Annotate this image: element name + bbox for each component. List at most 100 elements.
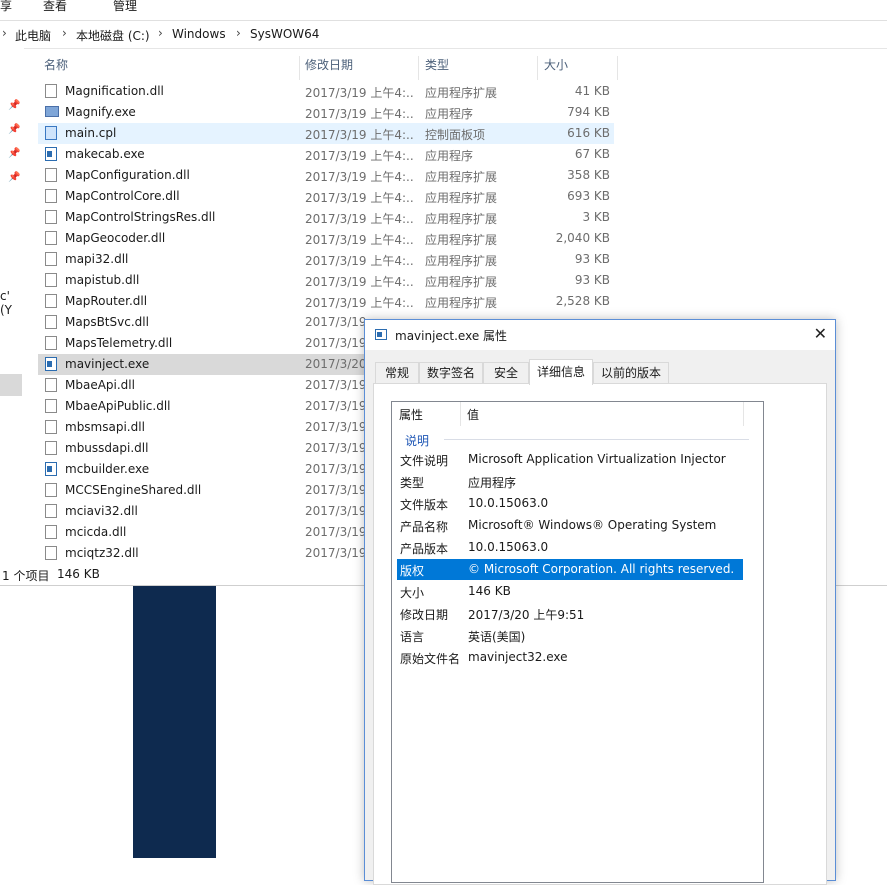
breadcrumb-windows[interactable]: Windows <box>172 27 226 41</box>
table-row[interactable]: MapControlCore.dll 2017/3/19 上午4:... 应用程序扩… <box>38 186 614 207</box>
property-value: Microsoft® Windows® Operating System <box>468 518 717 532</box>
table-row[interactable]: makecab.exe 2017/3/19 上午4:... 应用程序 67 KB <box>38 144 614 165</box>
property-row[interactable]: 语言 英语(美国) <box>397 625 743 646</box>
breadcrumb-syswow64[interactable]: SysWOW64 <box>250 27 319 41</box>
column-divider[interactable] <box>743 402 744 426</box>
column-header-value[interactable]: 值 <box>467 406 479 423</box>
chevron-right-icon: › <box>2 26 7 40</box>
property-name: 产品名称 <box>400 520 449 534</box>
table-row[interactable]: MapControlStringsRes.dll 2017/3/19 上午4:..… <box>38 207 614 228</box>
ribbon-tab-manage[interactable]: 管理 <box>113 0 137 14</box>
property-name: 版权 <box>400 564 425 578</box>
details-list[interactable]: 属性 值 说明 文件说明 Microsoft Application Virtua… <box>391 401 764 883</box>
file-size: 93 KB <box>574 273 610 287</box>
file-size: 616 KB <box>567 126 610 140</box>
dialog-titlebar[interactable]: mavinject.exe 属性 ✕ <box>365 320 835 350</box>
chevron-right-icon: › <box>62 26 67 40</box>
column-divider[interactable] <box>617 56 618 80</box>
table-row[interactable]: Magnify.exe 2017/3/19 上午4:... 应用程序 794 KB <box>38 102 614 123</box>
pin-icon[interactable]: 📌 <box>8 124 20 135</box>
property-value: © Microsoft Corporation. All rights rese… <box>468 562 735 576</box>
property-row[interactable]: 原始文件名 mavinject32.exe <box>397 647 743 668</box>
file-type: 应用程序扩展 <box>425 212 498 226</box>
table-row[interactable]: MapGeocoder.dll 2017/3/19 上午4:... 应用程序扩展 2,… <box>38 228 614 249</box>
file-size: 2,040 KB <box>555 231 610 245</box>
table-row[interactable]: Magnification.dll 2017/3/19 上午4:... 应用程序扩展… <box>38 81 614 102</box>
file-type: 应用程序扩展 <box>425 254 498 268</box>
desktop-background <box>133 586 216 858</box>
property-row[interactable]: 文件版本 10.0.15063.0 <box>397 493 743 514</box>
file-size: 67 KB <box>574 147 610 161</box>
table-row[interactable]: MapRouter.dll 2017/3/19 上午4:... 应用程序扩展 2,52… <box>38 291 614 312</box>
pin-icon[interactable]: 📌 <box>8 172 20 183</box>
dll-icon <box>45 483 57 497</box>
column-header-name[interactable]: 名称 <box>44 56 68 80</box>
property-row[interactable]: 修改日期 2017/3/20 上午9:51 <box>397 603 743 624</box>
address-bar[interactable]: › 此电脑 › 本地磁盘 (C:) › Windows › SysWOW64 <box>0 20 887 49</box>
property-value: 10.0.15063.0 <box>468 496 549 510</box>
dll-icon <box>45 252 57 266</box>
file-name: Magnify.exe <box>65 105 136 119</box>
nav-item-drive[interactable]: c' (Y <box>0 289 24 317</box>
file-name: makecab.exe <box>65 147 145 161</box>
file-date: 2017/3/19 上午4:... <box>305 128 413 142</box>
exe-icon <box>45 147 57 161</box>
dll-icon <box>45 546 57 560</box>
column-divider[interactable] <box>299 56 300 80</box>
file-type: 应用程序扩展 <box>425 170 498 184</box>
pin-icon[interactable]: 📌 <box>8 100 20 111</box>
ribbon-tabs: 享 查看 管理 <box>0 0 887 16</box>
property-row[interactable]: 版权 © Microsoft Corporation. All rights re… <box>397 559 743 580</box>
table-row[interactable]: MapConfiguration.dll 2017/3/19 上午4:... 应用程… <box>38 165 614 186</box>
column-divider[interactable] <box>418 56 419 80</box>
breadcrumb-this-pc[interactable]: 此电脑 <box>15 27 51 44</box>
property-row[interactable]: 产品版本 10.0.15063.0 <box>397 537 743 558</box>
ribbon-tab-share[interactable]: 享 <box>0 0 12 14</box>
column-divider[interactable] <box>537 56 538 80</box>
file-name: MbaeApi.dll <box>65 378 135 392</box>
column-header-property[interactable]: 属性 <box>399 406 423 423</box>
tab-security[interactable]: 安全 <box>483 362 529 384</box>
column-header-size[interactable]: 大小 <box>544 56 568 80</box>
file-name: MapRouter.dll <box>65 294 148 308</box>
table-row[interactable]: main.cpl 2017/3/19 上午4:... 控制面板项 616 KB <box>38 123 614 144</box>
dll-icon <box>45 168 57 182</box>
dll-icon <box>45 210 57 224</box>
table-row[interactable]: mapistub.dll 2017/3/19 上午4:... 应用程序扩展 93 KB <box>38 270 614 291</box>
column-header-date[interactable]: 修改日期 <box>305 56 353 80</box>
property-row[interactable]: 类型 应用程序 <box>397 471 743 492</box>
tab-details[interactable]: 详细信息 <box>529 359 593 385</box>
column-header-type[interactable]: 类型 <box>425 56 449 80</box>
file-date: 2017/3/19 上午4:... <box>305 254 413 268</box>
file-name: mavinject.exe <box>65 357 150 371</box>
close-icon[interactable]: ✕ <box>814 324 827 343</box>
dll-icon <box>45 273 57 287</box>
property-row[interactable]: 文件说明 Microsoft Application Virtualization… <box>397 449 743 470</box>
property-name: 类型 <box>400 476 425 490</box>
property-name: 原始文件名 <box>400 652 461 666</box>
file-name: MapsTelemetry.dll <box>65 336 173 350</box>
property-row[interactable]: 大小 146 KB <box>397 581 743 602</box>
file-size: 358 KB <box>567 168 610 182</box>
ribbon-tab-view[interactable]: 查看 <box>43 0 67 14</box>
property-row[interactable]: 产品名称 Microsoft® Windows® Operating System <box>397 515 743 536</box>
dll-icon <box>45 315 57 329</box>
file-name: MapGeocoder.dll <box>65 231 166 245</box>
file-name: mciavi32.dll <box>65 504 138 518</box>
pin-icon[interactable]: 📌 <box>8 148 20 159</box>
file-type: 控制面板项 <box>425 128 486 142</box>
file-type: 应用程序扩展 <box>425 86 498 100</box>
file-date: 2017/3/19 上午4:... <box>305 191 413 205</box>
table-row[interactable]: mapi32.dll 2017/3/19 上午4:... 应用程序扩展 93 KB <box>38 249 614 270</box>
nav-item-selected[interactable] <box>0 374 22 396</box>
breadcrumb-local-disk[interactable]: 本地磁盘 (C:) <box>76 27 150 44</box>
group-divider <box>444 439 749 440</box>
file-type: 应用程序扩展 <box>425 191 498 205</box>
tab-previous-versions[interactable]: 以前的版本 <box>593 362 669 384</box>
dll-icon <box>45 231 57 245</box>
tab-general[interactable]: 常规 <box>375 362 419 384</box>
dll-icon <box>45 189 57 203</box>
tab-digital-signatures[interactable]: 数字签名 <box>419 362 483 384</box>
status-selected-count: 1 个项目 <box>2 569 50 583</box>
column-divider[interactable] <box>460 402 461 426</box>
